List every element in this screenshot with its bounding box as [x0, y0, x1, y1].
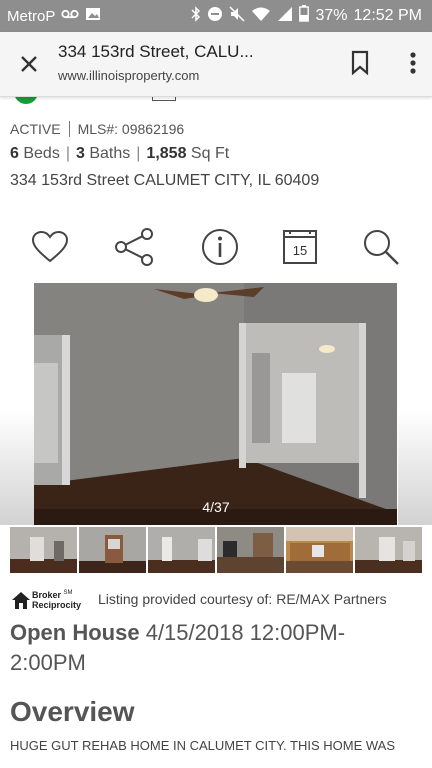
calendar-day: 15 [293, 243, 307, 258]
sqft-count: 1,858 [146, 145, 187, 162]
property-specs: 6 Beds | 3 Baths | 1,858 Sq Ft [10, 145, 229, 163]
divider: | [65, 145, 70, 162]
thumbnail-strip [10, 527, 422, 573]
carrier-name: MetroP [7, 7, 56, 25]
open-house: Open House 4/15/2018 12:00PM-2:00PM [10, 618, 420, 678]
thumbnail[interactable] [148, 527, 215, 573]
logo-line-2: Reciprocity [32, 600, 82, 610]
thumbnail[interactable] [217, 527, 284, 573]
heart-icon[interactable] [30, 227, 70, 267]
baths-label: Baths [89, 145, 131, 162]
listing-status: ACTIVE [10, 121, 61, 137]
clock: 12:52 PM [353, 7, 422, 24]
beds-label: Beds [23, 145, 60, 162]
image-icon [85, 7, 101, 26]
listing-photo[interactable] [34, 283, 397, 525]
beds-count: 6 [10, 145, 19, 162]
sqft-label: Sq Ft [190, 145, 230, 162]
bookmark-icon[interactable] [350, 50, 370, 81]
browser-toolbar: 334 153rd Street, CALU... www.illinoispr… [0, 32, 432, 97]
share-icon[interactable] [114, 227, 154, 267]
mute-icon [229, 5, 246, 27]
divider [68, 121, 70, 137]
open-house-label: Open House [10, 620, 140, 645]
thumbnail[interactable] [286, 527, 353, 573]
page-url: www.illinoisproperty.com [58, 68, 200, 83]
battery-icon [299, 5, 310, 27]
calendar-icon[interactable]: 15 [280, 227, 320, 267]
battery-percent: 37% [315, 7, 348, 24]
voicemail-icon [61, 7, 79, 25]
thumbnail[interactable] [355, 527, 422, 573]
courtesy-text: Listing provided courtesy of: RE/MAX Par… [98, 591, 387, 607]
overflow-menu-icon[interactable] [408, 50, 418, 81]
listing-status-line: ACTIVE MLS#: 09862196 [10, 121, 184, 137]
overview-heading: Overview [10, 696, 135, 727]
overview-description: HUGE GUT REHAB HOME IN CALUMET CITY. THI… [10, 738, 395, 753]
signal-icon [277, 6, 293, 27]
do-not-disturb-icon [207, 6, 223, 27]
photo-counter: 4/37 [202, 499, 230, 515]
close-icon[interactable] [14, 49, 44, 79]
wifi-icon [251, 6, 271, 27]
logo-sm: SM [63, 590, 73, 596]
thumbnail[interactable] [10, 527, 77, 573]
divider: | [136, 145, 141, 162]
thumbnail[interactable] [79, 527, 146, 573]
listing-courtesy: Broker SM Reciprocity Listing provided co… [10, 588, 430, 610]
info-icon[interactable] [200, 227, 240, 267]
property-address: 334 153rd Street CALUMET CITY, IL 60409 [10, 172, 320, 189]
broker-reciprocity-logo: Broker SM Reciprocity [10, 588, 94, 610]
baths-count: 3 [75, 145, 85, 162]
search-icon[interactable] [361, 227, 401, 267]
page-title: 334 153rd Street, CALU... [58, 42, 254, 61]
logo-line-1: Broker [32, 590, 62, 600]
bluetooth-icon [191, 5, 201, 27]
status-bar: MetroP 37% 12:52 PM [0, 0, 432, 32]
mls-number: MLS#: 09862196 [77, 121, 185, 137]
